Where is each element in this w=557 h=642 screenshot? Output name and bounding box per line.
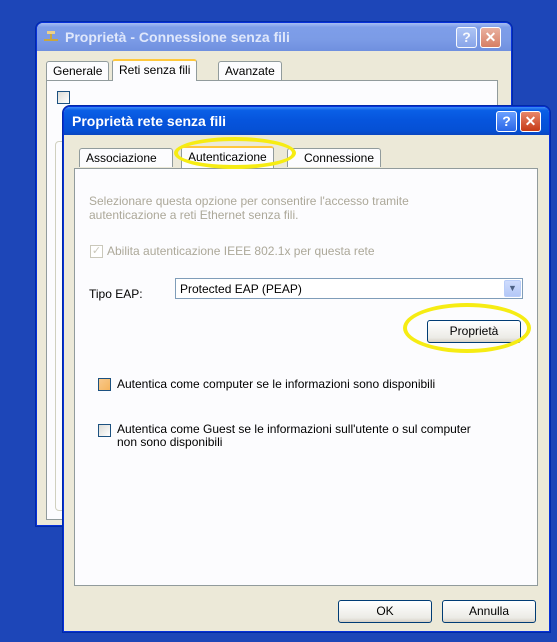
tab-generale[interactable]: Generale	[46, 61, 110, 80]
description-text: Selezionare questa opzione per consentir…	[89, 194, 409, 222]
ok-button[interactable]: OK	[338, 600, 432, 623]
dialog-titlebar[interactable]: Proprietà rete senza fili ? ✕	[64, 107, 549, 135]
back-checkbox[interactable]	[57, 91, 70, 104]
back-window-title: Proprietà - Connessione senza fili	[65, 29, 290, 45]
ieee-8021x-checkbox[interactable]: ✓	[90, 245, 103, 258]
computer-auth-checkbox[interactable]	[98, 378, 111, 391]
wireless-properties-dialog: Proprietà rete senza fili ? ✕ Associazio…	[63, 106, 550, 632]
tab-connessione[interactable]: Connessione	[287, 148, 381, 167]
network-connection-icon	[44, 31, 58, 41]
computer-auth-label: Autentica come computer se le informazio…	[117, 377, 436, 391]
back-help-button[interactable]: ?	[456, 27, 477, 48]
tab-associazione[interactable]: Associazione	[79, 148, 173, 167]
properties-button[interactable]: Proprietà	[427, 320, 521, 343]
guest-auth-label: Autentica come Guest se le informazioni …	[117, 422, 471, 449]
guest-auth-checkbox[interactable]	[98, 424, 111, 437]
tab-autenticazione[interactable]: Autenticazione	[181, 146, 274, 168]
cancel-button[interactable]: Annulla	[442, 600, 536, 623]
dialog-tab-panel: Selezionare questa opzione per consentir…	[74, 168, 538, 586]
tab-associazione-label: Associazione	[86, 151, 157, 165]
back-window-tabs: Generale Reti senza fili Avanzate	[46, 59, 346, 81]
ieee-8021x-label: Abilita autenticazione IEEE 802.1x per q…	[107, 244, 375, 258]
tab-reti-senza-fili[interactable]: Reti senza fili	[112, 59, 198, 81]
dialog-tabs: Associazione Autenticazione Connessione	[73, 146, 393, 168]
tab-avanzate[interactable]: Avanzate	[218, 61, 282, 80]
eap-type-select[interactable]: Protected EAP (PEAP) ▼	[175, 278, 523, 299]
tab-connessione-label: Connessione	[303, 151, 374, 165]
dialog-help-button[interactable]: ?	[496, 111, 517, 132]
eap-type-value: Protected EAP (PEAP)	[180, 282, 302, 296]
back-close-button[interactable]: ✕	[480, 27, 501, 48]
dialog-title: Proprietà rete senza fili	[72, 113, 227, 129]
back-window-titlebar[interactable]: Proprietà - Connessione senza fili ? ✕	[37, 23, 511, 51]
eap-type-label: Tipo EAP:	[89, 287, 143, 301]
dialog-close-button[interactable]: ✕	[520, 111, 541, 132]
chevron-down-icon[interactable]: ▼	[504, 280, 521, 297]
